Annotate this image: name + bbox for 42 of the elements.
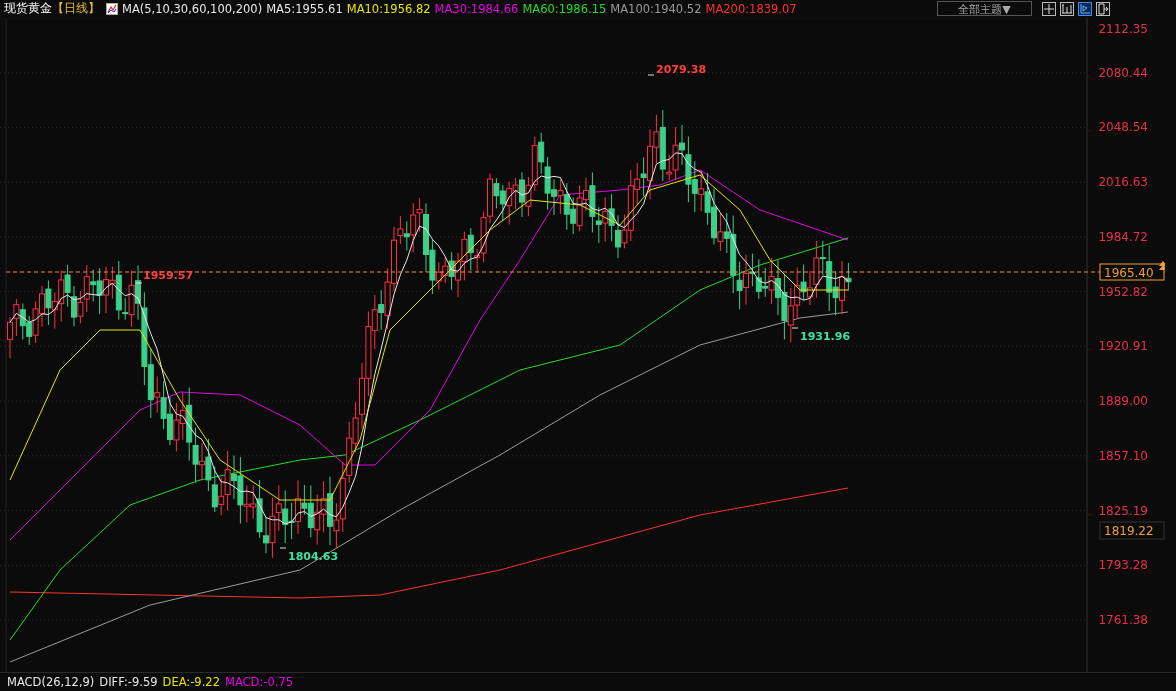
- current-price-tag: 1965.40: [1099, 263, 1165, 280]
- line-chart-icon[interactable]: [106, 2, 118, 15]
- chart-axis-icon[interactable]: [1078, 1, 1092, 16]
- price-annotation: 1804.63: [288, 549, 339, 563]
- theme-dropdown[interactable]: 全部主题▼: [937, 1, 1032, 17]
- indicator-label: MA(5,10,30,60,100,200): [122, 1, 263, 16]
- price-annotation: 1959.57: [143, 268, 194, 282]
- period-label: 【日线】: [52, 1, 100, 17]
- marker-tick: [279, 547, 287, 548]
- macd-value: MACD:-0.75: [225, 674, 294, 689]
- macd-label: MACD(26,12,9): [7, 674, 95, 689]
- price-annotation: 1931.96: [800, 329, 851, 343]
- axis-label: 2112.35: [1098, 21, 1148, 36]
- marker-tick: [791, 327, 799, 328]
- axis-label: 2080.44: [1098, 65, 1148, 80]
- macd-value: DIFF:-9.59: [99, 674, 158, 689]
- axis-label: 1984.72: [1098, 229, 1148, 244]
- price-marker-tag: 1819.22: [1099, 521, 1165, 539]
- triangle-icon: [1159, 260, 1165, 270]
- instrument-name: 现货黄金: [4, 1, 52, 17]
- marker-tick: [135, 282, 143, 283]
- ma-value: MA100:1940.52: [610, 1, 702, 16]
- ma-value: MA5:1955.61: [266, 1, 343, 16]
- price-annotation: 2079.38: [656, 62, 707, 76]
- exit-icon[interactable]: [1096, 1, 1110, 16]
- bar-chart-icon[interactable]: [1060, 1, 1074, 16]
- axis-label: 1952.82: [1098, 284, 1148, 299]
- marker-tick: [647, 74, 655, 75]
- ma-value: MA60:1986.15: [522, 1, 607, 16]
- axis-label: 2016.63: [1098, 174, 1148, 189]
- ma-value: MA30:1984.66: [434, 1, 519, 16]
- axis-label: 1889.00: [1098, 393, 1148, 408]
- ma-value: MA10:1956.82: [346, 1, 431, 16]
- crosshair-icon[interactable]: [1042, 1, 1056, 16]
- axis-label: 1825.19: [1098, 503, 1148, 518]
- ma-value: MA200:1839.07: [705, 1, 797, 16]
- axis-label: 2048.54: [1098, 120, 1148, 134]
- axis-label: 1793.28: [1098, 557, 1148, 572]
- axis-label: 1761.38: [1098, 612, 1148, 627]
- axis-label: 1857.10: [1098, 448, 1148, 463]
- macd-value: DEA:-9.22: [162, 674, 220, 689]
- axis-label: 1920.91: [1098, 338, 1148, 353]
